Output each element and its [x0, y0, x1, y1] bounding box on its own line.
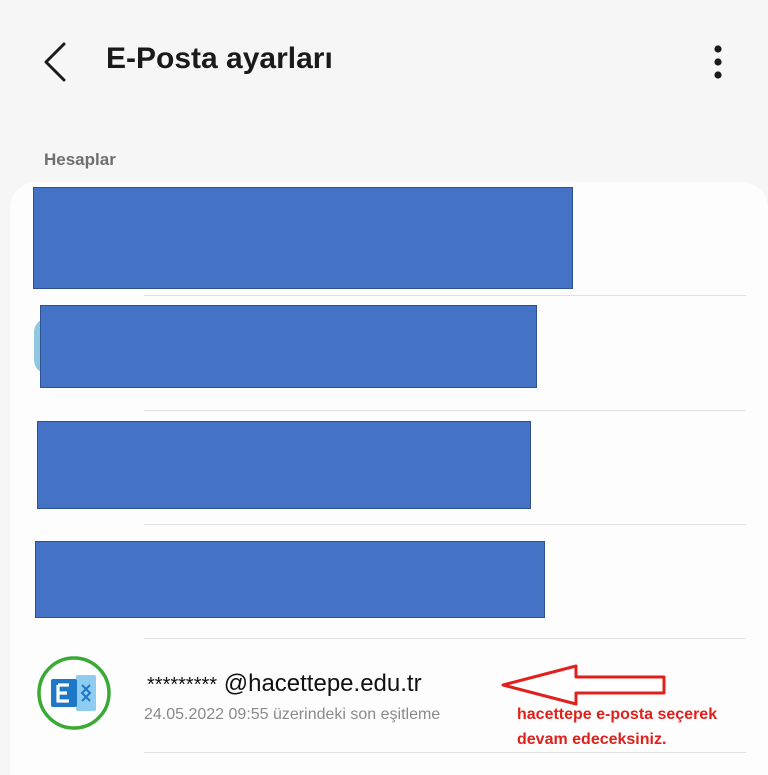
list-divider [144, 524, 746, 525]
page-title: E-Posta ayarları [106, 42, 333, 75]
list-divider [144, 638, 746, 639]
last-sync-status: 24.05.2022 09:55 üzerindeki son eşitleme [144, 706, 441, 723]
list-divider [144, 295, 746, 296]
account-domain: @hacettepe.edu.tr [223, 670, 422, 697]
chevron-left-icon [44, 42, 66, 82]
app-bar: E-Posta ayarları [0, 0, 768, 120]
annotation-line-1: hacettepe e-posta seçerek [517, 706, 718, 723]
back-button[interactable] [36, 38, 76, 86]
list-divider [144, 410, 746, 411]
annotation-line-2: devam edeceksiniz. [517, 731, 667, 748]
list-divider [144, 752, 746, 753]
exchange-icon [37, 656, 111, 730]
redacted-account-1[interactable] [33, 187, 573, 289]
accounts-section-label: Hesaplar [44, 150, 116, 169]
masked-username: ********* [147, 674, 218, 696]
redacted-account-3[interactable] [37, 421, 531, 509]
arrow-left-icon [501, 664, 666, 706]
more-options-button[interactable] [700, 40, 736, 88]
account-email: ********* @hacettepe.edu.tr [147, 670, 422, 698]
more-vertical-icon [714, 45, 722, 79]
redacted-account-2[interactable] [40, 305, 537, 388]
redacted-account-4[interactable] [35, 541, 545, 618]
